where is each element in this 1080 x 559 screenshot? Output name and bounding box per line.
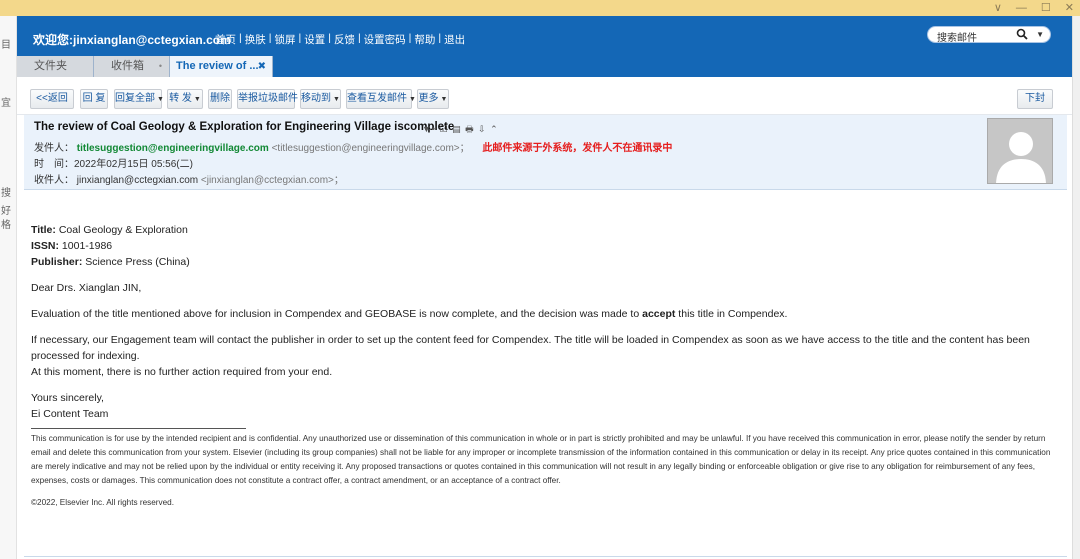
nav-feedback[interactable]: 反馈 (334, 32, 355, 47)
search-box[interactable]: 搜索邮件 ▼ (927, 26, 1051, 44)
back-button[interactable]: <<返回 (30, 89, 74, 109)
nav-password[interactable]: 设置密码 (364, 32, 406, 47)
report-spam-button[interactable]: 举报垃圾邮件 (237, 89, 298, 109)
welcome-text: 欢迎您:jinxianglan@cctegxian.com (33, 33, 231, 47)
maximize-icon[interactable]: ☐ (1041, 1, 1051, 15)
next-mail-button[interactable]: 下封 (1017, 89, 1053, 109)
more-button[interactable]: 更多 ▼ (417, 89, 449, 109)
mail-toolbar: <<返回 回 复 回复全部 ▼ 转 发 ▼ 删除 举报垃圾邮件 移动到 ▼ 查看互发邮… (17, 77, 1072, 115)
legal-disclaimer: This communication is for use by the int… (31, 434, 1051, 485)
sender-avatar (987, 118, 1053, 184)
nav-home[interactable]: 首页 (215, 32, 236, 47)
tab-current-mail[interactable]: The review of ... ✖ (170, 56, 273, 77)
tab-dot-icon: • (158, 61, 162, 71)
paragraph-engagement: If necessary, our Engagement team will c… (31, 334, 1030, 362)
recipient-full-address: <jinxianglan@cctegxian.com>； (200, 175, 344, 186)
time-value: 2022年02月15日 05:56(二) (74, 159, 193, 170)
tab-folders[interactable]: 文件夹 (17, 56, 94, 77)
strip-text: 搜 (1, 188, 11, 199)
view-forwards-button[interactable]: 查看互发邮件 ▼ (346, 89, 416, 109)
signature-divider (31, 428, 246, 429)
avatar-placeholder-icon (988, 119, 1052, 183)
move-to-button[interactable]: 移动到 ▼ (300, 89, 341, 109)
nav-settings[interactable]: 设置 (304, 32, 325, 47)
chevron-down-icon[interactable]: ▼ (1036, 30, 1044, 39)
close-icon[interactable]: ✕ (1065, 1, 1074, 15)
delete-button[interactable]: 删除 (208, 89, 232, 109)
reply-all-button[interactable]: 回复全部 ▼ (114, 89, 164, 109)
mail-action-icons[interactable]: ▼• ☑ ▤ 🖶 ⇩ ⌃ (422, 122, 499, 138)
signature: Ei Content Team (31, 408, 109, 420)
scrollbar[interactable] (1072, 16, 1080, 559)
recipient-label: 收件人： (34, 175, 74, 186)
search-input[interactable]: 搜索邮件 (937, 29, 977, 44)
strip-text: 宜 (1, 98, 11, 109)
nav-logout[interactable]: 退出 (444, 32, 465, 47)
sender-address[interactable]: titlesuggestion@engineeringvillage.com (77, 143, 269, 154)
time-row: 时 间：2022年02月15日 05:56(二) (34, 155, 193, 170)
nav-lock[interactable]: 锁屏 (274, 32, 295, 47)
mail-meta-panel: The review of Coal Geology & Exploration… (24, 115, 1067, 190)
issn-line: ISSN: 1001-1986 (31, 240, 113, 252)
chevron-down-icon[interactable]: ∨ (994, 1, 1002, 15)
sender-label: 发件人： (34, 143, 74, 154)
time-label: 时 间： (34, 159, 74, 170)
tab-inbox[interactable]: 收件箱 • (94, 56, 170, 77)
mail-subject: The review of Coal Geology & Exploration… (34, 121, 455, 133)
paragraph-decision: Evaluation of the title mentioned above … (31, 308, 788, 320)
footer-divider (24, 556, 1067, 557)
nav-help[interactable]: 帮助 (414, 32, 435, 47)
mail-body: Title: Coal Geology & Exploration ISSN: … (31, 222, 1061, 422)
minimize-icon[interactable]: — (1016, 1, 1027, 15)
sender-row: 发件人： titlesuggestion@engineeringvillage.… (34, 139, 672, 154)
tab-bar: 文件夹 收件箱 • The review of ... ✖ (17, 56, 273, 77)
greeting: Dear Drs. Xianglan JIN, (31, 282, 142, 294)
paragraph-no-action: At this moment, there is no further acti… (31, 366, 333, 378)
recipient-row: 收件人： jinxianglan@cctegxian.com <jinxiang… (34, 171, 344, 186)
recipient-address[interactable]: jinxianglan@cctegxian.com (77, 175, 198, 186)
search-icon[interactable] (1016, 28, 1028, 43)
title-line: Title: Coal Geology & Exploration (31, 224, 188, 236)
mail-header-bar: 欢迎您:jinxianglan@cctegxian.com 首页 | 换肤 | 锁屏… (17, 16, 1072, 77)
strip-text: 格 (1, 220, 11, 231)
closing: Yours sincerely, (31, 392, 104, 404)
reply-button[interactable]: 回 复 (80, 89, 108, 109)
sender-full-address: <titlesuggestion@engineeringvillage.com>… (271, 143, 470, 154)
close-tab-icon[interactable]: ✖ (258, 56, 266, 77)
forward-button[interactable]: 转 发 ▼ (167, 89, 203, 109)
external-sender-warning: 此邮件来源于外系统，发件人不在通讯录中 (482, 143, 673, 154)
nav-skin[interactable]: 换肤 (245, 32, 266, 47)
strip-text: 好 (1, 206, 11, 217)
window-title-bar: ∨ — ☐ ✕ (0, 0, 1080, 16)
top-nav: 首页 | 换肤 | 锁屏 | 设置 | 反馈 | 设置密码 | 帮助 | 退出 (215, 32, 466, 47)
strip-text: 目 (1, 40, 11, 51)
publisher-line: Publisher: Science Press (China) (31, 256, 190, 268)
background-window-strip: 目 宜 搜 好 格 (0, 16, 17, 559)
copyright: ©2022, Elsevier Inc. All rights reserved… (31, 498, 175, 507)
